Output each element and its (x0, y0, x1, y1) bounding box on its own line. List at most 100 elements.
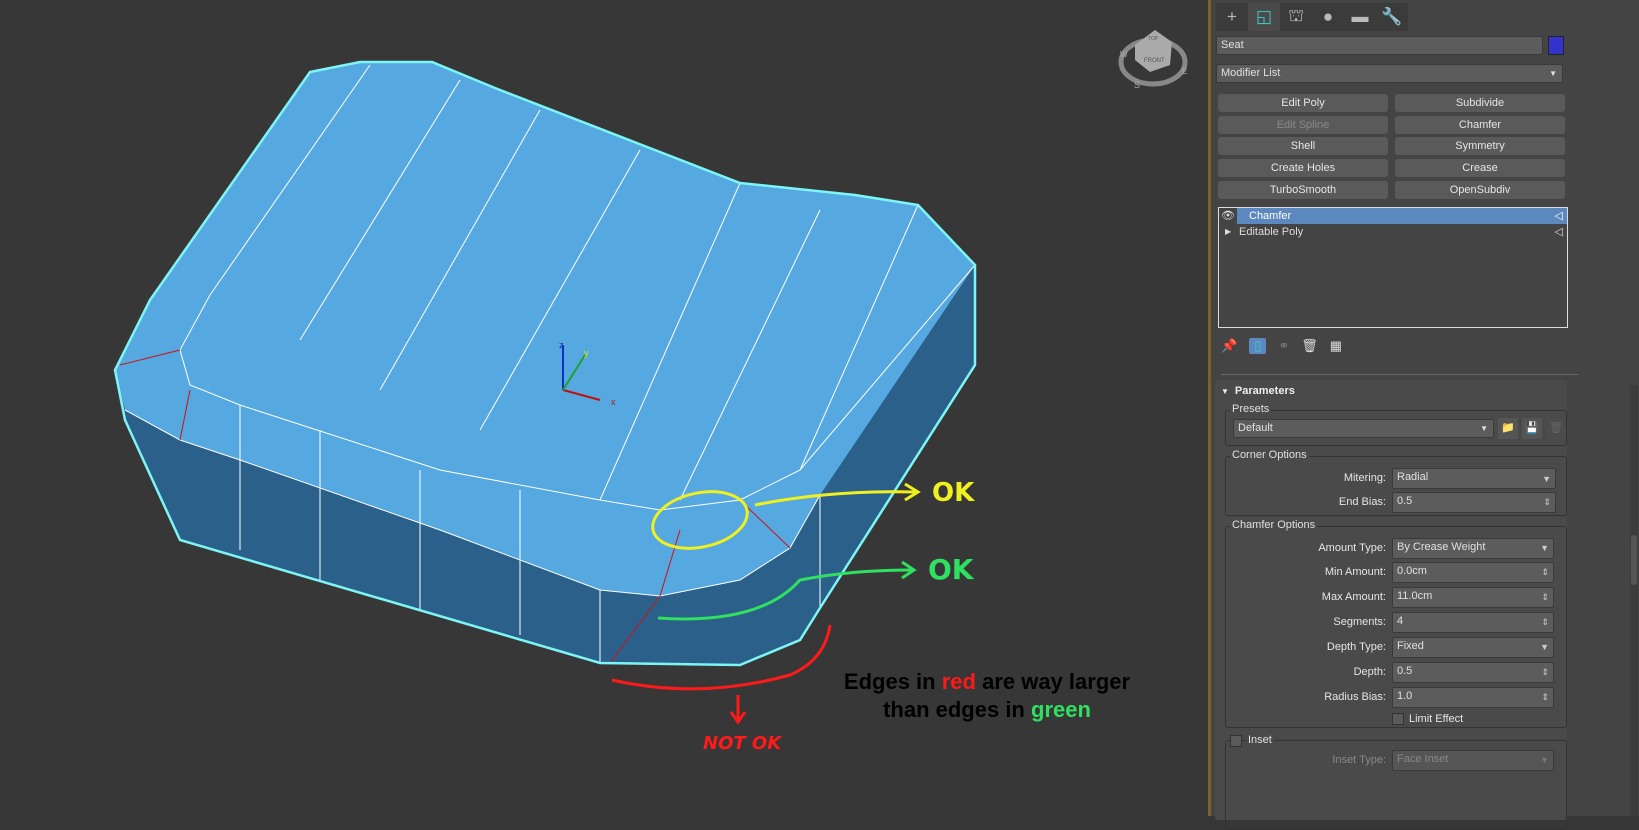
amount-type-label: Amount Type: (1318, 542, 1386, 554)
tab-utilities[interactable]: 🔧 (1376, 3, 1408, 31)
max-amount-spinner[interactable]: 11.0cm ⇕ (1392, 587, 1554, 608)
spinner-arrows-icon[interactable]: ⇕ (1541, 564, 1549, 581)
depth-type-value: Fixed (1397, 640, 1424, 652)
depth-label: Depth: (1353, 666, 1386, 678)
inset-type-dropdown: Face Inset ▼ (1392, 750, 1554, 771)
note-text: are way larger (975, 669, 1131, 694)
spinner-arrows-icon[interactable]: ⇕ (1541, 689, 1549, 706)
stack-item-chamfer[interactable]: 👁 Chamfer ◁ (1221, 208, 1567, 224)
parameters-header[interactable]: ▼ Parameters (1221, 385, 1295, 397)
depth-type-dropdown[interactable]: Fixed ▼ (1392, 637, 1554, 658)
object-color-swatch[interactable] (1548, 36, 1564, 55)
tab-modify[interactable]: ◱ (1248, 3, 1280, 31)
tab-create[interactable]: + (1216, 3, 1248, 31)
note-red: red (941, 669, 976, 694)
opensubdiv-button[interactable]: OpenSubdiv (1395, 181, 1565, 199)
turbosmooth-button[interactable]: TurboSmooth (1218, 181, 1388, 199)
stack-item-editable-poly[interactable]: ▶ Editable Poly ◁ (1219, 224, 1567, 240)
chevron-down-icon: ▼ (1542, 474, 1551, 484)
segments-label: Segments: (1333, 616, 1386, 628)
amount-type-value: By Crease Weight (1397, 541, 1486, 553)
depth-type-label: Depth Type: (1326, 641, 1386, 653)
inset-checkbox[interactable] (1230, 735, 1242, 747)
create-holes-button[interactable]: Create Holes (1218, 159, 1388, 177)
pin-stack-icon[interactable]: 📌 (1221, 338, 1237, 354)
end-bias-label: End Bias: (1338, 496, 1386, 508)
subdivide-button[interactable]: Subdivide (1395, 94, 1565, 112)
viewcube-top: TOP (1148, 36, 1159, 42)
configure-sets-icon[interactable]: ▦ (1330, 338, 1342, 354)
inset-type-label: Inset Type: (1332, 754, 1386, 766)
symmetry-button[interactable]: Symmetry (1395, 137, 1565, 155)
viewport[interactable]: z y x FRONT TOP W S E OK OK NOT OK Edges… (0, 0, 1208, 816)
spinner-arrows-icon[interactable]: ⇕ (1541, 589, 1549, 606)
spinner-arrows-icon[interactable]: ⇕ (1541, 664, 1549, 681)
command-panel: + ◱ ⛫ ● ▬ 🔧 Seat Modifier List ▼ Edit Pol… (1208, 0, 1639, 830)
chamfer-button[interactable]: Chamfer (1395, 116, 1565, 134)
trash-icon[interactable]: 🗑 (1301, 338, 1318, 354)
gizmo-y: y (584, 348, 589, 358)
crease-button[interactable]: Crease (1395, 159, 1565, 177)
max-amount-label: Max Amount: (1321, 591, 1386, 603)
segments-spinner[interactable]: 4 ⇕ (1392, 612, 1554, 633)
stack-item-label: Chamfer (1249, 210, 1292, 222)
edit-spline-button: Edit Spline (1218, 116, 1388, 134)
chevron-down-icon: ▼ (1540, 543, 1549, 553)
mitering-dropdown[interactable]: Radial ▼ (1392, 468, 1556, 489)
edit-poly-button[interactable]: Edit Poly (1218, 94, 1388, 112)
spinner-arrows-icon[interactable]: ⇕ (1543, 494, 1551, 511)
depth-spinner[interactable]: 0.5 ⇕ (1392, 662, 1554, 683)
pin-triangle-icon: ◁ (1554, 210, 1563, 222)
pin-triangle-icon: ◁ (1554, 226, 1563, 238)
presets-dropdown[interactable]: Default ▼ (1233, 419, 1494, 438)
save-preset-icon[interactable]: 💾 (1522, 418, 1542, 439)
panel-scrollbar[interactable] (1630, 385, 1638, 816)
tab-motion[interactable]: ● (1312, 3, 1344, 31)
delete-preset-icon: 🗑 (1546, 418, 1566, 439)
end-bias-spinner[interactable]: 0.5 ⇕ (1392, 492, 1556, 513)
limit-effect-checkbox[interactable] (1392, 713, 1404, 725)
mitering-value: Radial (1397, 471, 1429, 483)
tab-hierarchy[interactable]: ⛫ (1280, 3, 1312, 31)
chamfer-options-group: Chamfer Options Amount Type: By Crease W… (1225, 519, 1567, 728)
viewcube[interactable]: FRONT TOP W S E (1118, 30, 1188, 90)
limit-effect-label: Limit Effect (1409, 713, 1464, 725)
end-bias-value: 0.5 (1397, 495, 1413, 507)
inset-group: Inset Inset Type: Face Inset ▼ (1225, 734, 1567, 830)
gizmo-z: z (559, 340, 564, 350)
modifier-stack[interactable]: 👁 Chamfer ◁ ▶ Editable Poly ◁ (1218, 207, 1568, 328)
gizmo-x: x (611, 397, 616, 407)
presets-label: Presets (1230, 403, 1272, 415)
max-amount-value: 11.0cm (1397, 590, 1433, 602)
shell-button[interactable]: Shell (1218, 137, 1388, 155)
object-name-input[interactable]: Seat (1216, 36, 1543, 55)
compass-w: W (1120, 50, 1128, 59)
radius-bias-spinner[interactable]: 1.0 ⇕ (1392, 687, 1554, 708)
corner-options-label: Corner Options (1230, 449, 1309, 461)
parameters-title: Parameters (1234, 385, 1295, 397)
preset-value: Default (1238, 422, 1273, 434)
expand-arrow-icon[interactable]: ▶ (1225, 224, 1231, 240)
parameters-rollout: ▼ Parameters Presets Default ▼ 📁 💾 🗑 Corne… (1215, 380, 1567, 830)
annotation-ok-yellow: OK (932, 478, 975, 508)
inset-label: Inset (1246, 734, 1274, 746)
tab-display[interactable]: ▬ (1344, 3, 1376, 31)
segments-value: 4 (1397, 615, 1404, 627)
corner-options-group: Corner Options Mitering: Radial ▼ End Bia… (1225, 449, 1567, 516)
spinner-arrows-icon[interactable]: ⇕ (1541, 614, 1549, 631)
modifier-list-dropdown[interactable]: Modifier List ▼ (1216, 64, 1563, 83)
chevron-down-icon: ▼ (1549, 69, 1557, 78)
amount-type-dropdown[interactable]: By Crease Weight ▼ (1392, 538, 1554, 559)
load-preset-icon[interactable]: 📁 (1498, 418, 1518, 439)
note-text: Edges in (843, 669, 942, 694)
modifier-list-label: Modifier List (1221, 67, 1281, 79)
annotation-note: Edges in red are way larger than edges i… (822, 668, 1152, 724)
mitering-label: Mitering: (1343, 472, 1386, 484)
min-amount-spinner[interactable]: 0.0cm ⇕ (1392, 562, 1554, 583)
show-end-result-icon[interactable]: ▯ (1249, 338, 1267, 354)
scrollbar-thumb[interactable] (1631, 535, 1637, 585)
eye-icon[interactable]: 👁 (1221, 208, 1235, 224)
note-text: than edges in (883, 697, 1031, 722)
make-unique-icon[interactable]: ⚭ (1278, 338, 1289, 354)
presets-group: Presets Default ▼ 📁 💾 🗑 (1225, 403, 1567, 446)
